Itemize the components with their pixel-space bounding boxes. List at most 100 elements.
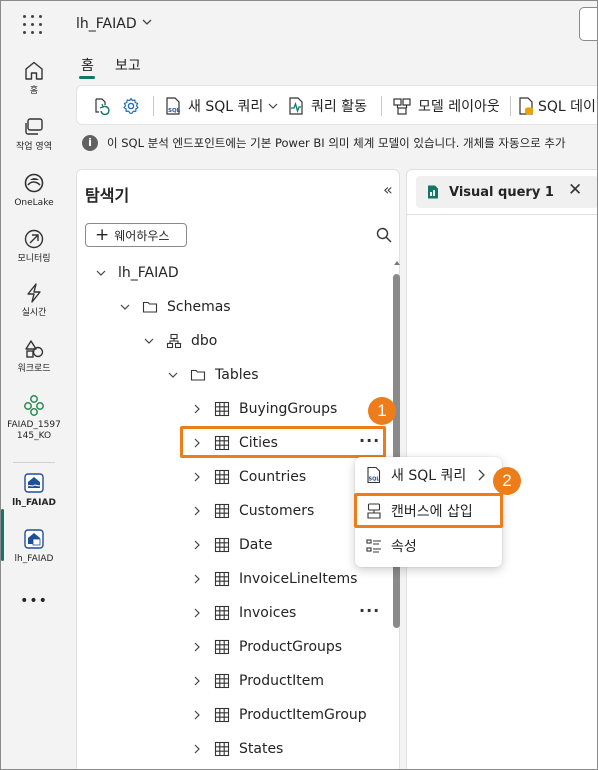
- table-row-customers[interactable]: Customers: [190, 494, 314, 528]
- new-sql-query-label: 새 SQL 쿼리: [188, 99, 264, 115]
- visual-query-icon: [428, 185, 438, 199]
- sql-database-label: SQL 데이: [538, 99, 596, 115]
- table-row-productgroups[interactable]: ProductGroups: [190, 630, 342, 664]
- tab-visual-query[interactable]: Visual query 1 ✕: [416, 176, 597, 208]
- model-layout-button[interactable]: 모델 레이아웃: [392, 94, 500, 118]
- settings-button[interactable]: [121, 94, 141, 118]
- table-icon: [214, 537, 230, 553]
- tree-node-tables-folder[interactable]: Tables: [166, 358, 259, 392]
- top-bar: lh_FAIAD: [1, 1, 597, 49]
- scroll-up-arrow[interactable]: [394, 261, 400, 265]
- rail-label: lh_FAIAD: [14, 554, 54, 564]
- invoices-more-options-button[interactable]: ···: [359, 601, 380, 620]
- tab-home-underline: [79, 76, 95, 79]
- table-icon: [214, 605, 230, 621]
- schema-icon: [166, 333, 182, 349]
- collapse-pane-button[interactable]: «: [383, 180, 393, 199]
- tree-node-schemas[interactable]: Schemas: [118, 290, 231, 324]
- global-search-input[interactable]: [579, 7, 597, 41]
- monitor-icon: [24, 229, 44, 249]
- app-launcher-icon[interactable]: [23, 15, 43, 35]
- search-icon[interactable]: [375, 226, 393, 244]
- menu-item-new-sql-query[interactable]: SQL 새 SQL 쿼리: [355, 458, 502, 492]
- table-name: Date: [239, 537, 273, 553]
- info-text: 이 SQL 분석 엔드포인트에는 기본 Power BI 의미 체계 모델이 있…: [107, 136, 566, 150]
- chevron-down-icon[interactable]: [141, 16, 153, 31]
- rail-item-lakehouse[interactable]: lh_FAIAD: [1, 471, 67, 509]
- table-icon: [214, 707, 230, 723]
- ribbon: SQL 새 SQL 쿼리 쿼리 활동 모델 레이아웃 SQL 데이: [76, 85, 597, 125]
- rail-label: OneLake: [14, 198, 54, 208]
- sql-file-icon: SQL: [166, 97, 181, 115]
- table-name: BuyingGroups: [239, 401, 338, 417]
- chevron-right-icon: [194, 472, 200, 482]
- query-activity-icon: [289, 97, 303, 115]
- ribbon-divider: [510, 96, 511, 116]
- rail-item-realtime[interactable]: 실시간: [1, 281, 67, 319]
- tree-node-root[interactable]: lh_FAIAD: [94, 256, 179, 290]
- chevron-down-icon: [96, 270, 106, 276]
- table-row-countries[interactable]: Countries: [190, 460, 306, 494]
- explorer-title: 탐색기: [85, 186, 130, 205]
- rail-item-monitor[interactable]: 모니터링: [1, 227, 67, 265]
- tree-node-dbo[interactable]: dbo: [142, 324, 217, 358]
- rail-item-onelake[interactable]: OneLake: [1, 171, 67, 209]
- chevron-right-icon: [194, 608, 200, 618]
- rail-item-home[interactable]: 홈: [1, 59, 67, 97]
- sql-database-button[interactable]: SQL 데이: [516, 94, 596, 118]
- close-icon[interactable]: ✕: [568, 180, 582, 200]
- workspace-name[interactable]: lh_FAIAD: [76, 16, 137, 32]
- rail-more-button[interactable]: •••: [1, 593, 67, 609]
- folder-icon: [142, 301, 158, 313]
- rail-item-workloads[interactable]: 워크로드: [1, 337, 67, 375]
- model-layout-label: 모델 레이아웃: [418, 99, 500, 115]
- table-icon: [214, 673, 230, 689]
- rail-label: lh_FAIAD: [12, 498, 56, 508]
- table-row-productitem[interactable]: ProductItem: [190, 664, 324, 698]
- sql-file-icon: SQL: [367, 466, 381, 484]
- menu-item-label: 새 SQL 쿼리: [391, 468, 467, 484]
- workspace-icon: [24, 395, 44, 416]
- chevron-right-icon: [478, 469, 485, 481]
- table-icon: [214, 401, 230, 417]
- table-row-states[interactable]: States: [190, 732, 283, 766]
- table-row-productitemgroup[interactable]: ProductItemGroup: [190, 698, 367, 732]
- table-row-invoices[interactable]: Invoices: [190, 596, 296, 630]
- tab-home[interactable]: 홈: [81, 55, 94, 75]
- home-icon: [25, 61, 43, 80]
- menu-item-properties[interactable]: 속성: [355, 529, 502, 563]
- query-activity-label: 쿼리 활동: [311, 99, 367, 115]
- table-name: ProductGroups: [239, 639, 343, 655]
- table-name: Customers: [239, 503, 315, 519]
- table-row-buyinggroups[interactable]: BuyingGroups: [190, 392, 337, 426]
- folder-icon: [190, 369, 206, 381]
- table-row-date[interactable]: Date: [190, 528, 272, 562]
- table-name: ProductItemGroup: [239, 707, 367, 723]
- rail-item-workspaces[interactable]: 작업 영역: [1, 115, 67, 153]
- tab-report[interactable]: 보고: [115, 55, 141, 75]
- info-icon: i: [82, 135, 98, 151]
- chevron-right-icon: [194, 676, 200, 686]
- info-bar: i 이 SQL 분석 엔드포인트에는 기본 Power BI 의미 체계 모델이…: [76, 129, 597, 157]
- table-row-invoicelineitems[interactable]: InvoiceLineItems: [190, 562, 357, 596]
- table-name: States: [239, 741, 284, 757]
- chevron-down-icon: [144, 338, 154, 344]
- rail-divider: [13, 462, 55, 463]
- add-warehouse-button[interactable]: + 웨어하우스: [85, 223, 187, 247]
- gear-icon: [123, 97, 139, 114]
- explorer-pane: 탐색기 « + 웨어하우스 lh_FAIAD Schemas dbo Table…: [76, 169, 400, 769]
- query-activity-button[interactable]: 쿼리 활동: [286, 94, 367, 118]
- rail-item-workspace-faiad[interactable]: FAIAD_1597 145_KO: [1, 393, 67, 442]
- onelake-icon: [24, 173, 44, 193]
- new-sql-query-button[interactable]: SQL 새 SQL 쿼리: [163, 94, 279, 118]
- svg-text:SQL: SQL: [369, 477, 381, 483]
- scrollbar-thumb[interactable]: [393, 274, 400, 628]
- sql-endpoint-icon: [24, 529, 44, 549]
- rail-item-sql-endpoint[interactable]: lh_FAIAD: [1, 527, 67, 565]
- rail-label: 홈: [29, 86, 39, 96]
- cities-more-options-button[interactable]: ···: [359, 431, 380, 450]
- refresh-icon: [95, 98, 110, 116]
- realtime-icon: [27, 283, 41, 303]
- refresh-button[interactable]: [91, 94, 111, 118]
- table-name: Invoices: [239, 605, 297, 621]
